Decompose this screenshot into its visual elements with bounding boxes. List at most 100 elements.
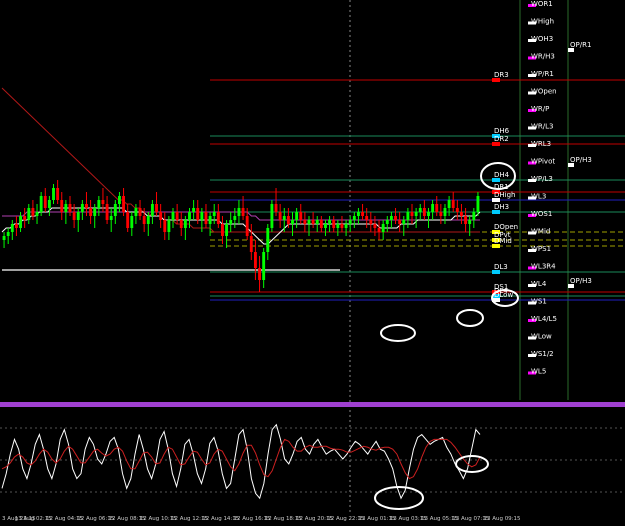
weekly-level-label-wl4: WL4 xyxy=(531,280,547,288)
candle-body xyxy=(476,196,480,212)
candle-body xyxy=(192,208,196,212)
candle-body xyxy=(150,204,154,216)
candle-body xyxy=(221,224,224,236)
candle-body xyxy=(373,224,377,228)
candle-body xyxy=(200,212,204,220)
candle-body xyxy=(451,200,455,208)
candle-body xyxy=(258,268,261,280)
candle-body xyxy=(72,212,76,220)
candle-body xyxy=(460,212,463,216)
candle-body xyxy=(56,188,60,200)
candle-body xyxy=(299,212,303,220)
candle-body xyxy=(122,196,126,212)
candle-body xyxy=(464,216,468,224)
candle-body xyxy=(27,208,31,220)
candle-body xyxy=(68,204,72,212)
candle-body xyxy=(109,216,113,220)
candle-body xyxy=(89,208,93,216)
level-label-dhigh: DHigh xyxy=(494,191,515,199)
level-label-dopen: DOpen xyxy=(494,223,518,231)
candle-body xyxy=(179,220,183,228)
weekly-level-label-wlow: WLow xyxy=(531,333,552,341)
candle-body xyxy=(208,216,212,224)
candle-body xyxy=(336,224,340,228)
weekly-level-label-wl3r4: WL3R4 xyxy=(531,263,556,271)
weekly-level-label-wos1: WOS1 xyxy=(531,210,552,218)
candle-body xyxy=(455,208,459,212)
candle-body xyxy=(389,216,393,220)
level-label-dr3: DR3 xyxy=(494,71,509,79)
candle-body xyxy=(64,204,68,212)
candle-body xyxy=(295,212,299,220)
candle-body xyxy=(204,212,208,224)
candle-body xyxy=(245,216,249,236)
candle-body xyxy=(155,204,158,212)
candle-body xyxy=(163,220,167,232)
candle-body xyxy=(76,212,80,220)
weekly-level-label-wps1: WPS1 xyxy=(531,245,551,253)
trading-chart: DR3DH6DR2DH4DR1DHighDH3DOpenDPvtDMidDL3D… xyxy=(0,0,625,522)
right-level-label: OP/H3 xyxy=(570,156,592,164)
weekly-level-label-whigh: WHigh xyxy=(531,18,554,26)
weekly-level-label-wrl3: WRL3 xyxy=(531,140,551,148)
candle-body xyxy=(97,200,101,208)
candle-body xyxy=(85,204,88,208)
candle-body xyxy=(60,200,64,212)
level-label-dmid: DMid xyxy=(494,237,512,245)
weekly-level-label-wl3: WL3 xyxy=(531,193,546,201)
candle-body xyxy=(270,204,274,228)
candle-body xyxy=(414,212,418,216)
weekly-level-label-wl5: WL5 xyxy=(531,368,546,376)
candle-body xyxy=(2,236,6,240)
weekly-level-label-ws1-2: WS1/2 xyxy=(531,350,554,358)
weekly-level-label-wor1: WOR1 xyxy=(531,0,553,8)
candle-body xyxy=(418,208,422,212)
candle-body xyxy=(282,216,286,220)
weekly-level-label-wmid: WMid xyxy=(531,228,550,236)
candle-body xyxy=(146,216,150,224)
candle-body xyxy=(188,212,191,220)
candle-body xyxy=(332,220,336,228)
candle-body xyxy=(101,200,105,204)
candle-body xyxy=(31,208,35,216)
candle-body xyxy=(307,220,311,224)
candle-body xyxy=(212,212,216,216)
candle-body xyxy=(23,216,27,220)
candle-body xyxy=(175,212,179,220)
level-label-dr2: DR2 xyxy=(494,135,509,143)
candle-body xyxy=(113,204,117,216)
candle-body xyxy=(472,212,476,220)
candle-body xyxy=(241,208,245,216)
candle-body xyxy=(369,220,373,224)
chart-background xyxy=(0,0,625,522)
level-label-dh3: DH3 xyxy=(494,203,509,211)
level-label-dh4: DH4 xyxy=(494,171,510,179)
candle-body xyxy=(406,212,410,220)
weekly-level-label-wopen: WOpen xyxy=(531,88,557,96)
candle-body xyxy=(266,228,270,252)
candle-body xyxy=(381,224,385,232)
candle-body xyxy=(328,220,332,224)
candle-body xyxy=(352,216,356,220)
candle-body xyxy=(233,216,237,220)
candle-body xyxy=(130,216,134,228)
candle-body xyxy=(274,204,278,212)
candle-body xyxy=(167,220,171,232)
candle-body xyxy=(311,220,315,224)
candle-body xyxy=(319,220,323,228)
candle-body xyxy=(142,216,146,224)
candle-body xyxy=(229,220,233,224)
weekly-level-label-wr-l3: WR/L3 xyxy=(531,123,554,131)
candle-body xyxy=(39,196,43,212)
candle-body xyxy=(303,220,307,224)
candle-body xyxy=(443,208,447,216)
candle-body xyxy=(422,208,426,216)
candle-body xyxy=(159,212,163,220)
candle-body xyxy=(468,220,472,224)
level-label-dh6: DH6 xyxy=(494,127,510,135)
candle-body xyxy=(249,236,253,252)
weekly-level-label-wp-r1: WP/R1 xyxy=(531,70,554,78)
candle-body xyxy=(394,216,397,220)
candle-body xyxy=(361,212,365,216)
candle-body xyxy=(216,212,220,224)
